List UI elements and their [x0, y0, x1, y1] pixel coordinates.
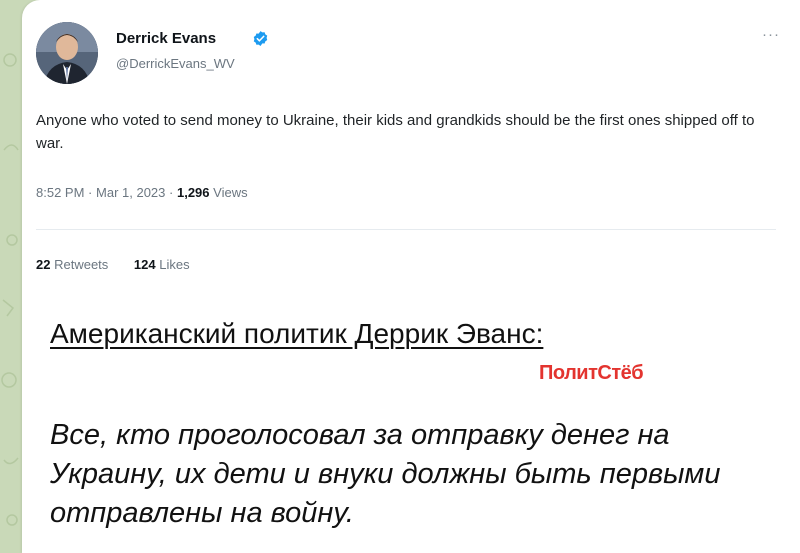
tweet-time[interactable]: 8:52 PM [36, 185, 84, 200]
avatar[interactable] [36, 22, 98, 84]
meta-separator: · [88, 185, 93, 200]
likes-stat[interactable]: 124 Likes [134, 257, 190, 272]
profile-photo-icon [36, 22, 98, 84]
more-options-icon[interactable]: ··· [758, 26, 784, 44]
channel-watermark: ПолитСтёб [539, 362, 644, 384]
author-handle[interactable]: @DerrickEvans_WV [116, 56, 235, 71]
views-label: Views [213, 185, 248, 200]
caption-headline: Американский политик Деррик Эванс: [50, 318, 544, 349]
meta-separator: · [169, 185, 174, 200]
verified-badge-icon [253, 31, 268, 46]
chat-background-doodle [1, 53, 19, 526]
tweet-date[interactable]: Mar 1, 2023 [96, 185, 165, 200]
retweets-label: Retweets [54, 257, 109, 272]
caption-quote: Все, кто проголосовал за отправку денег … [50, 419, 721, 529]
retweets-stat[interactable]: 22 Retweets [36, 257, 108, 272]
retweets-count: 22 [36, 257, 51, 272]
tweet-text: Anyone who voted to send money to Ukrain… [36, 112, 755, 152]
tweet-meta: 8:52 PM · Mar 1, 2023 · 1,296 Views [36, 185, 248, 200]
engagement-stats: 22 Retweets 124 Likes [36, 257, 212, 272]
author-name[interactable]: Derrick Evans [116, 30, 216, 47]
likes-label: Likes [159, 257, 190, 272]
views-count: 1,296 [176, 185, 210, 200]
tweet-card: Derrick Evans @DerrickEvans_WV ··· Anyon… [22, 0, 800, 553]
likes-count: 124 [133, 257, 156, 272]
divider [36, 229, 776, 230]
